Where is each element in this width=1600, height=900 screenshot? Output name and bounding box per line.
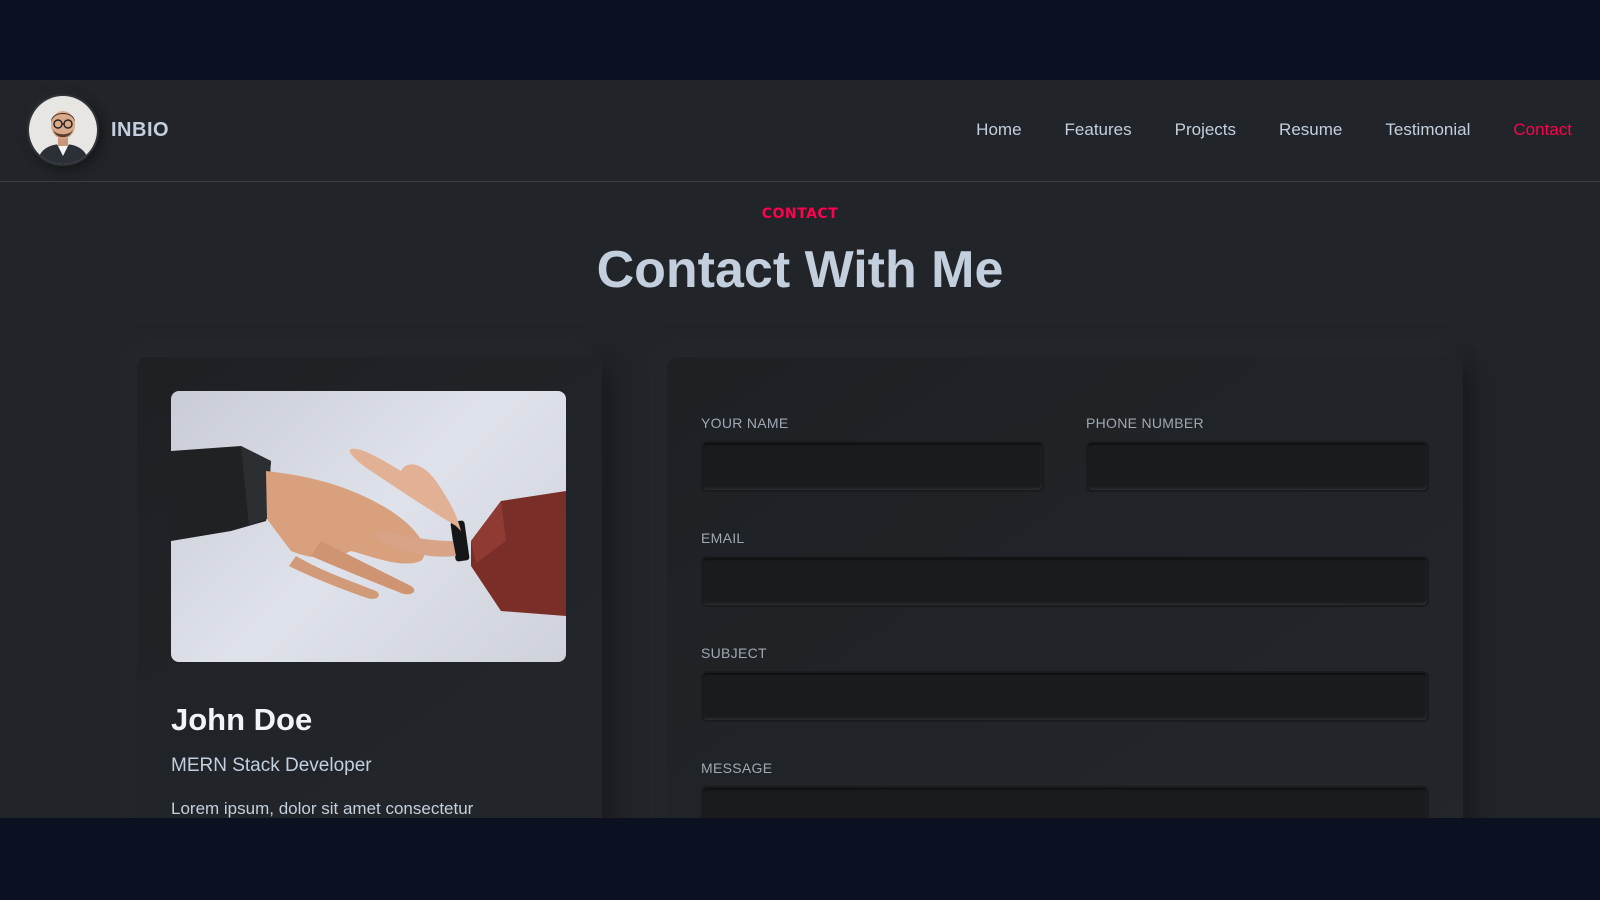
name-input[interactable] (701, 441, 1044, 492)
nav-item-testimonial[interactable]: Testimonial (1385, 120, 1470, 140)
avatar[interactable] (27, 94, 99, 166)
brand-name[interactable]: INBIO (111, 119, 169, 142)
person-name: John Doe (171, 702, 313, 737)
page-viewport: INBIO Home Features Projects Resume Test… (0, 80, 1600, 818)
nav-item-resume[interactable]: Resume (1279, 120, 1342, 140)
profile-photo-icon (29, 96, 97, 164)
phone-label: PHONE NUMBER (1086, 415, 1204, 431)
name-label: YOUR NAME (701, 415, 789, 431)
nav-item-home[interactable]: Home (976, 120, 1021, 140)
person-role: MERN Stack Developer (171, 755, 372, 776)
message-textarea[interactable] (701, 786, 1429, 818)
message-label: MESSAGE (701, 760, 773, 776)
nav-item-projects[interactable]: Projects (1175, 120, 1236, 140)
section-title: Contact With Me (596, 241, 1004, 299)
phone-input[interactable] (1086, 441, 1429, 492)
section-tag: CONTACT (761, 206, 839, 222)
brand[interactable]: INBIO (27, 94, 169, 166)
contact-info-card: John Doe MERN Stack Developer Lorem ipsu… (137, 357, 602, 818)
handshake-photo-icon (171, 446, 566, 616)
email-label: EMAIL (701, 530, 745, 546)
navbar: INBIO Home Features Projects Resume Test… (0, 80, 1600, 182)
email-input[interactable] (701, 556, 1429, 607)
contact-photo (171, 391, 566, 662)
nav-item-contact[interactable]: Contact (1513, 120, 1572, 140)
nav-item-features[interactable]: Features (1065, 120, 1132, 140)
main-nav: Home Features Projects Resume Testimonia… (933, 80, 1572, 180)
subject-label: SUBJECT (701, 645, 767, 661)
subject-input[interactable] (701, 671, 1429, 722)
person-description: Lorem ipsum, dolor sit amet consectetur (171, 799, 474, 818)
contact-form-card: YOUR NAME PHONE NUMBER EMAIL SUBJECT MES… (667, 357, 1463, 818)
